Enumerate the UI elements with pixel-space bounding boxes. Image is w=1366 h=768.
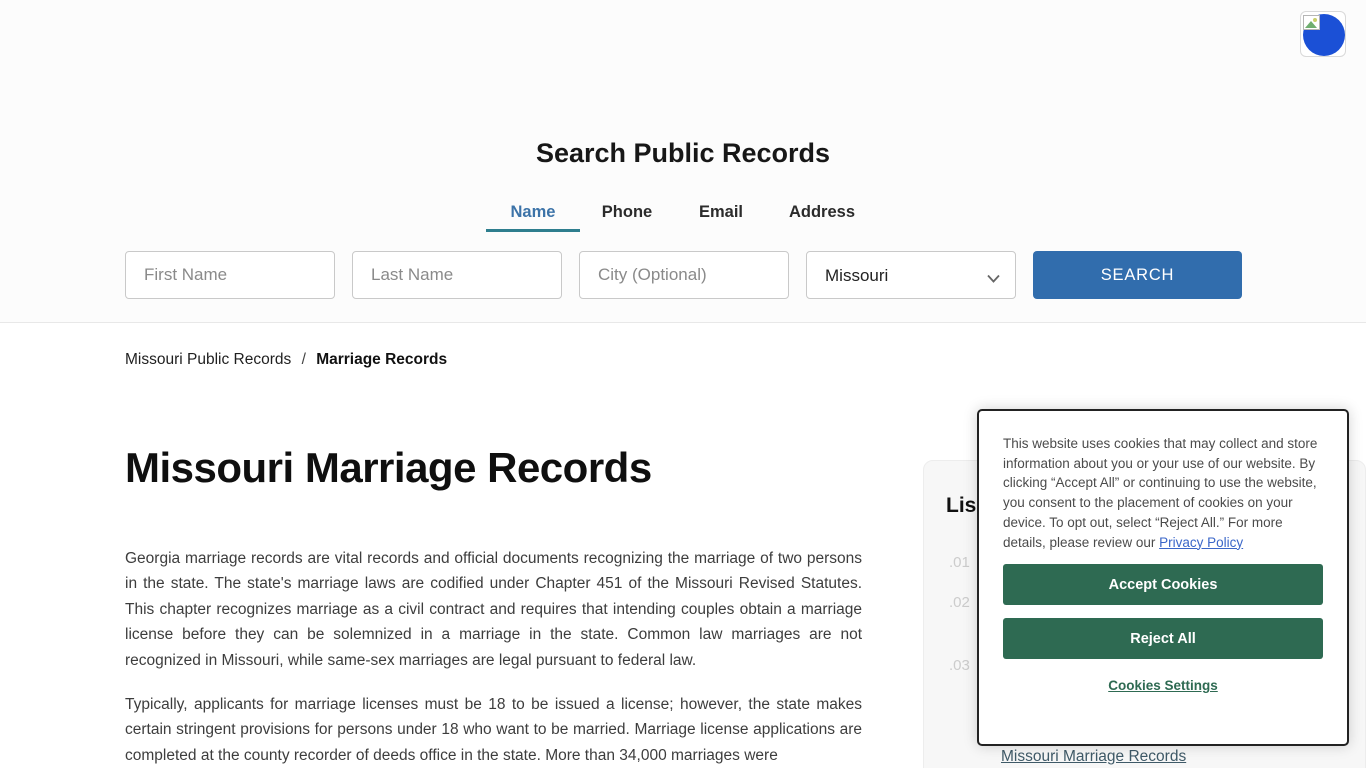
sidebar-list-number-2: .02	[949, 594, 970, 611]
cookies-settings-link[interactable]: Cookies Settings	[1108, 678, 1218, 693]
article-paragraph-1: Georgia marriage records are vital recor…	[125, 550, 862, 669]
article-paragraph-2: Typically, applicants for marriage licen…	[125, 696, 862, 764]
search-button[interactable]: SEARCH	[1033, 251, 1242, 299]
sidebar-link-missouri-marriage-records[interactable]: Missouri Marriage Records	[1001, 748, 1186, 766]
search-section-title: Search Public Records	[535, 138, 831, 168]
city-input[interactable]	[579, 251, 789, 299]
privacy-policy-link[interactable]: Privacy Policy	[1159, 535, 1243, 550]
page-title: Missouri Marriage Records	[125, 444, 652, 491]
state-select[interactable]: Missouri	[806, 251, 1016, 299]
first-name-input[interactable]	[125, 251, 335, 299]
tab-address[interactable]: Address	[768, 196, 876, 232]
cookie-message-text: This website uses cookies that may colle…	[1003, 436, 1318, 550]
search-form: Missouri SEARCH	[125, 251, 1242, 299]
tab-phone[interactable]: Phone	[580, 196, 674, 232]
search-tabs: Name Phone Email Address	[486, 196, 876, 232]
state-select-wrap: Missouri	[806, 251, 1016, 299]
sidebar-list-number-1: .01	[949, 554, 970, 571]
search-section: Search Public Records Name Phone Email A…	[0, 0, 1366, 323]
accessibility-widget-button[interactable]	[1300, 11, 1346, 57]
reject-all-button[interactable]: Reject All	[1003, 618, 1323, 660]
sidebar-heading: Lis	[946, 494, 977, 517]
tab-name[interactable]: Name	[486, 196, 580, 232]
last-name-input[interactable]	[352, 251, 562, 299]
breadcrumb-current: Marriage Records	[316, 351, 448, 368]
breadcrumb: Missouri Public Records / Marriage Recor…	[125, 351, 447, 369]
breadcrumb-parent-link[interactable]: Missouri Public Records	[125, 351, 291, 368]
tab-email[interactable]: Email	[674, 196, 768, 232]
sidebar-list-number-3: .03	[949, 657, 970, 674]
cookie-message: This website uses cookies that may colle…	[1003, 434, 1323, 552]
breadcrumb-separator: /	[301, 351, 306, 368]
broken-image-icon	[1303, 15, 1320, 30]
article-body: Georgia marriage records are vital recor…	[125, 546, 862, 768]
page: Search Public Records Name Phone Email A…	[0, 0, 1366, 768]
cookie-consent-dialog: This website uses cookies that may colle…	[977, 409, 1349, 746]
cookie-settings-row: Cookies Settings	[1003, 677, 1323, 695]
accept-cookies-button[interactable]: Accept Cookies	[1003, 564, 1323, 606]
